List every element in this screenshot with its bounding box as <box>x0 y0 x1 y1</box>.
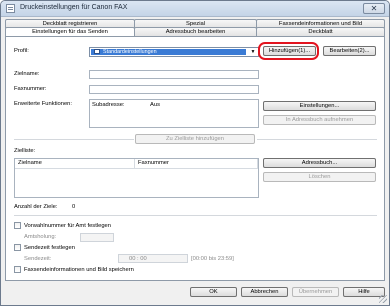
tab-row-front: Einstellungen für das Senden Adressbuch … <box>5 27 385 37</box>
profile-label: Profil: <box>14 48 29 54</box>
subaddress-label: Subadresse: <box>92 102 125 108</box>
target-list[interactable]: Zielname Faxnummer <box>14 158 259 198</box>
settings-button[interactable]: Einstellungen... <box>263 101 376 111</box>
sendtime-label: Sendezeit festlegen <box>24 245 75 251</box>
ok-button[interactable]: OK <box>190 287 237 297</box>
close-icon: ✕ <box>370 4 378 13</box>
subaddress-value: Aus <box>150 102 160 108</box>
time-value: 00 : 00 <box>129 256 147 262</box>
fax-number-input[interactable] <box>89 85 259 94</box>
target-count-value: 0 <box>72 204 76 210</box>
prefix-label: Vorwahlnummer für Amt festlegen <box>24 223 111 229</box>
sendtime-checkbox[interactable] <box>14 244 21 251</box>
addressbook-button[interactable]: Adressbuch... <box>263 158 376 168</box>
profile-icon <box>94 49 100 54</box>
target-name-input[interactable] <box>89 70 259 79</box>
time-range-hint: [00:00 bis 23:59] <box>191 256 234 262</box>
column-header-fax-number[interactable]: Faxnummer <box>135 159 258 169</box>
extended-functions-label: Erweiterte Funktionen: <box>14 101 72 107</box>
window-title: Druckeinstellungen für Canon FAX <box>20 4 128 11</box>
title-bar: Druckeinstellungen für Canon FAX ✕ <box>1 1 389 17</box>
line-access-input[interactable] <box>80 233 114 242</box>
chevron-down-icon[interactable]: ▼ <box>249 49 257 55</box>
fax-number-label: Faxnummer: <box>14 86 47 92</box>
cancel-button[interactable]: Abbrechen <box>241 287 288 297</box>
time-label: Sendezeit: <box>24 256 52 262</box>
highlight-ring <box>258 42 319 60</box>
close-button[interactable]: ✕ <box>363 3 385 14</box>
fax-printer-icon <box>6 4 15 13</box>
target-name-label: Zielname: <box>14 71 40 77</box>
tab-adressbuch-bearbeiten[interactable]: Adressbuch bearbeiten <box>134 27 257 36</box>
apply-button[interactable]: Übernehmen <box>292 287 339 297</box>
profile-selected-value: Standardeinstellungen <box>91 49 246 55</box>
print-settings-dialog: Druckeinstellungen für Canon FAX ✕ Deckb… <box>0 0 390 306</box>
save-info-label: Faxsendeinformationen und Bild speichern <box>24 267 134 273</box>
time-spinner[interactable]: 00 : 00 <box>118 254 188 263</box>
edit-profile-button[interactable]: Bearbeiten(2)... <box>323 46 376 56</box>
prefix-checkbox[interactable] <box>14 222 21 229</box>
add-to-addressbook-button[interactable]: In Adressbuch aufnehmen <box>263 115 376 125</box>
save-info-checkbox[interactable] <box>14 266 21 273</box>
profile-selected-text: Standardeinstellungen <box>103 49 157 55</box>
line-access-label: Amtsholung: <box>24 234 57 240</box>
divider-options <box>14 215 377 216</box>
divider-right <box>257 139 377 140</box>
target-list-label: Zielliste: <box>14 148 36 154</box>
delete-button[interactable]: Löschen <box>263 172 376 182</box>
divider-left <box>14 139 134 140</box>
resize-grip[interactable] <box>379 295 387 303</box>
add-to-target-list-button[interactable]: Zu Zielliste hinzufügen <box>135 134 255 144</box>
column-header-target-name[interactable]: Zielname <box>15 159 135 169</box>
tab-deckblatt[interactable]: Deckblatt <box>256 27 385 36</box>
profile-select[interactable]: Standardeinstellungen ▼ <box>89 47 259 57</box>
extended-functions-box: Subadresse: Aus <box>89 99 259 128</box>
target-count-label: Anzahl der Ziele: <box>14 204 58 210</box>
